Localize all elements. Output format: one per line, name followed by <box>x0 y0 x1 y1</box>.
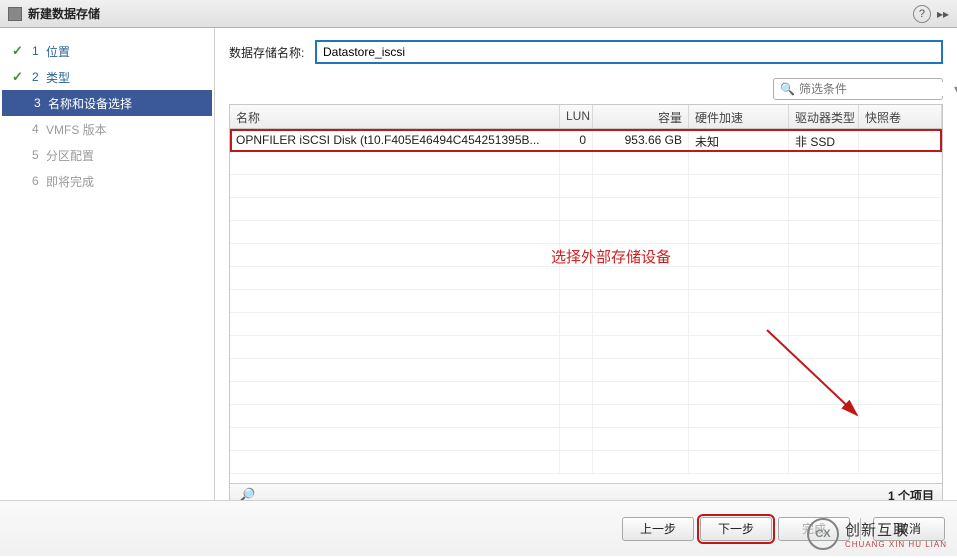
filter-input[interactable] <box>799 82 954 96</box>
check-icon: ✓ <box>12 43 26 59</box>
help-button[interactable]: ? <box>913 5 931 23</box>
next-button[interactable]: 下一步 <box>700 517 772 541</box>
datastore-name-input[interactable] <box>315 40 943 64</box>
search-icon: 🔍 <box>780 82 795 96</box>
step-vmfs-version: 4 VMFS 版本 <box>0 116 214 142</box>
step-type[interactable]: ✓ 2 类型 <box>0 64 214 90</box>
wizard-steps: ✓ 1 位置 ✓ 2 类型 3 名称和设备选择 4 VMFS 版本 5 分区配置… <box>0 28 215 500</box>
grid-header: 名称 LUN 容量 硬件加速 驱动器类型 快照卷 <box>230 105 942 129</box>
col-capacity[interactable]: 容量 <box>593 105 689 128</box>
col-name[interactable]: 名称 <box>230 105 560 128</box>
step-finish: 6 即将完成 <box>0 168 214 194</box>
device-grid: 名称 LUN 容量 硬件加速 驱动器类型 快照卷 OPNFILER iSCSI … <box>229 104 943 508</box>
check-icon: ✓ <box>12 69 26 85</box>
wizard-footer: 上一步 下一步 完成 取消 CX 创新互联 CHUANG XIN HU LIAN <box>0 500 957 556</box>
col-hw-accel[interactable]: 硬件加速 <box>689 105 789 128</box>
step-name-device[interactable]: 3 名称和设备选择 <box>2 90 212 116</box>
finish-button: 完成 <box>778 517 850 541</box>
datastore-name-label: 数据存储名称: <box>229 44 315 61</box>
window-title: 新建数据存储 <box>28 5 913 22</box>
step-location[interactable]: ✓ 1 位置 <box>0 38 214 64</box>
col-drive-type[interactable]: 驱动器类型 <box>789 105 859 128</box>
device-row[interactable]: OPNFILER iSCSI Disk (t10.F405E46494C4542… <box>230 129 942 152</box>
col-lun[interactable]: LUN <box>560 105 593 128</box>
annotation-text: 选择外部存储设备 <box>551 246 671 267</box>
cancel-button[interactable]: 取消 <box>873 517 945 541</box>
prev-button[interactable]: 上一步 <box>622 517 694 541</box>
col-snapshot[interactable]: 快照卷 <box>859 105 942 128</box>
step-partition: 5 分区配置 <box>0 142 214 168</box>
filter-box[interactable]: 🔍 ▾ <box>773 78 943 100</box>
window-icon <box>8 7 22 21</box>
expand-icon[interactable]: ▸▸ <box>937 7 949 21</box>
